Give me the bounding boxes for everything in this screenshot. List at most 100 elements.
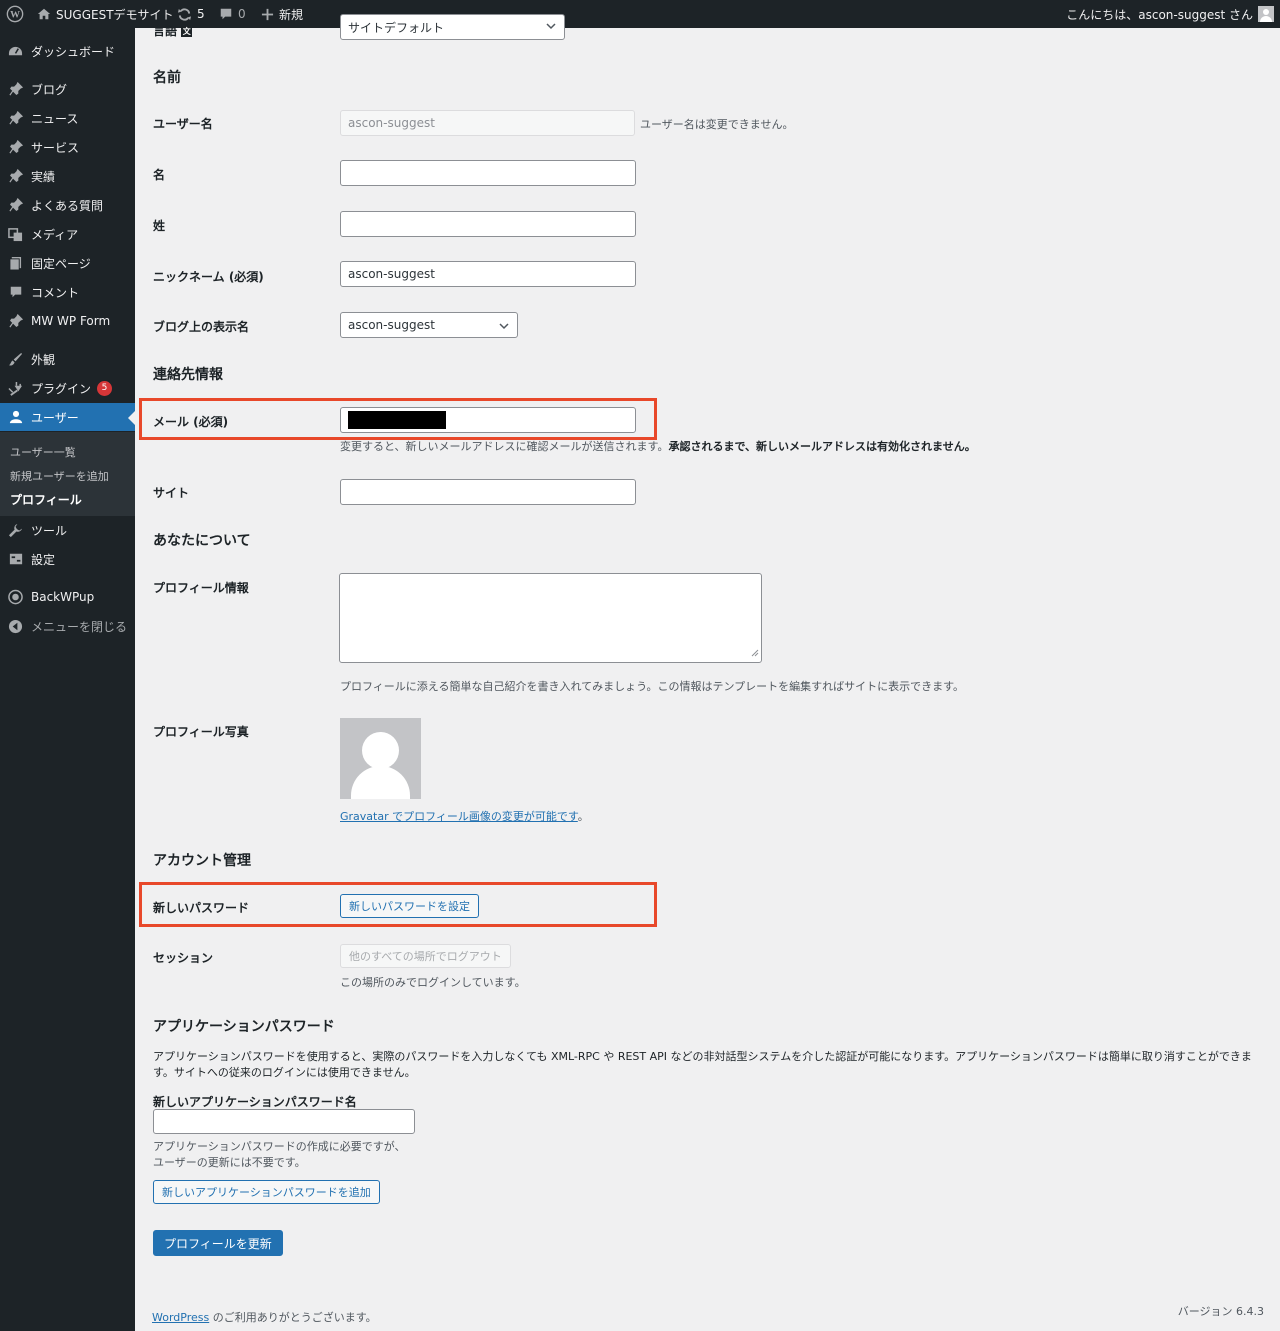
display-name-select[interactable]: ascon-suggest: [340, 312, 518, 338]
site-label: サイト: [153, 486, 190, 500]
menu-settings[interactable]: 設定: [0, 545, 135, 573]
menu-comments[interactable]: コメント: [0, 278, 135, 306]
my-account-link[interactable]: こんにちは、ascon-suggest さん: [1066, 0, 1274, 28]
page-icon: [8, 256, 23, 271]
bio-label: プロフィール情報: [153, 581, 249, 595]
menu-collapse[interactable]: メニューを閉じる: [0, 612, 135, 640]
plus-icon: [261, 8, 274, 21]
site-name: SUGGESTデモサイト: [56, 7, 174, 22]
menu-services[interactable]: サービス: [0, 133, 135, 161]
session-label: セッション: [153, 951, 214, 965]
menu-users[interactable]: ユーザー: [0, 403, 135, 431]
menu-label: 固定ページ: [31, 256, 91, 271]
new-label: 新規: [279, 7, 304, 22]
display-name-label: ブログ上の表示名: [153, 320, 250, 334]
greeting: こんにちは、ascon-suggest さん: [1066, 7, 1253, 22]
email-highlight-box: [139, 398, 657, 440]
app-password-description-line2: す。サイトへの従来のログインには使用できません。: [153, 1066, 416, 1079]
menu-label: コメント: [31, 285, 80, 300]
menu-label: 外観: [31, 352, 56, 367]
comment-icon: [219, 7, 233, 21]
media-icon: [8, 227, 23, 242]
menu-label: ツール: [31, 523, 68, 538]
menu-tools[interactable]: ツール: [0, 516, 135, 544]
first-name-label: 名: [153, 168, 166, 182]
nickname-label: ニックネーム (必須): [153, 270, 264, 284]
submenu-profile[interactable]: プロフィール: [10, 491, 82, 508]
comments-link[interactable]: 0: [219, 0, 246, 28]
nickname-input[interactable]: ascon-suggest: [340, 261, 636, 287]
home-icon: [37, 7, 51, 21]
dashboard-icon: [8, 44, 23, 59]
menu-blog[interactable]: ブログ: [0, 75, 135, 103]
pin-icon: [8, 198, 23, 213]
svg-text:W: W: [10, 10, 20, 21]
menu-label: よくある質問: [31, 198, 104, 213]
menu-label: メニューを閉じる: [31, 619, 128, 634]
menu-label: MW WP Form: [31, 314, 111, 328]
updates-icon: [177, 7, 192, 22]
plugin-icon: [8, 381, 23, 396]
avatar-icon: [1258, 6, 1274, 22]
current-arrow: [128, 411, 135, 425]
menu-mw-wp-form[interactable]: MW WP Form: [0, 307, 135, 335]
password-highlight-box: [139, 882, 657, 927]
settings-icon: [8, 552, 23, 567]
language-value: サイトデフォルト: [348, 20, 445, 35]
menu-dashboard[interactable]: ダッシュボード: [0, 37, 135, 65]
gravatar-note: Gravatar でプロフィール画像の変更が可能です。: [340, 810, 589, 823]
contact-heading: 連絡先情報: [153, 367, 223, 383]
menu-appearance[interactable]: 外観: [0, 345, 135, 373]
backwpup-icon: [8, 589, 23, 605]
gravatar-link[interactable]: Gravatar でプロフィール画像の変更が可能です: [340, 810, 578, 823]
menu-label: BackWPup: [31, 590, 95, 604]
menu-pages[interactable]: 固定ページ: [0, 249, 135, 277]
pin-icon: [8, 314, 23, 329]
first-name-input[interactable]: [340, 160, 636, 186]
menu-plugins[interactable]: プラグイン 5: [0, 374, 135, 402]
add-app-password-button[interactable]: 新しいアプリケーションパスワードを追加: [153, 1180, 380, 1204]
menu-label: プラグイン: [31, 381, 92, 396]
menu-label: メディア: [31, 227, 79, 242]
photo-label: プロフィール写真: [153, 725, 249, 739]
wordpress-link[interactable]: WordPress: [152, 1311, 209, 1324]
bio-textarea[interactable]: [339, 573, 762, 663]
menu-faq[interactable]: よくある質問: [0, 191, 135, 219]
profile-photo-avatar: [340, 718, 421, 799]
last-name-input[interactable]: [340, 211, 636, 237]
admin-sidebar: ダッシュボード ブログ ニュース サービス 実績 よくある質問 メディア 固定ペ…: [0, 28, 135, 1331]
app-password-name-input[interactable]: [153, 1109, 415, 1134]
pin-icon: [8, 111, 23, 126]
pin-icon: [8, 82, 23, 97]
update-profile-button[interactable]: プロフィールを更新: [153, 1230, 283, 1256]
submenu-add-user[interactable]: 新規ユーザーを追加: [10, 468, 109, 484]
language-select[interactable]: サイトデフォルト: [340, 14, 565, 40]
menu-news[interactable]: ニュース: [0, 104, 135, 132]
chevron-down-icon: [546, 20, 556, 34]
menu-backwpup[interactable]: BackWPup: [0, 583, 135, 611]
footer-thanks: WordPress のご利用ありがとうございます。: [152, 1311, 377, 1324]
profile-content: 言語 文 サイトデフォルト 名前 ユーザー名 ascon-suggest ユーザ…: [135, 14, 1280, 1331]
logout-everywhere-button[interactable]: 他のすべての場所でログアウト: [340, 944, 511, 968]
menu-label: ダッシュボード: [31, 44, 116, 59]
resize-handle-icon[interactable]: [751, 646, 759, 660]
comments-count: 0: [238, 7, 246, 21]
users-submenu: ユーザー一覧 新規ユーザーを追加 プロフィール: [0, 432, 135, 516]
brush-icon: [8, 352, 23, 367]
submenu-user-list[interactable]: ユーザー一覧: [10, 444, 76, 460]
email-note: 変更すると、新しいメールアドレスに確認メールが送信されます。承認されるまで、新し…: [340, 440, 976, 453]
menu-label: サービス: [31, 140, 80, 155]
site-input[interactable]: [340, 479, 636, 505]
footer-version: バージョン 6.4.3: [1177, 1305, 1264, 1318]
user-icon: [8, 410, 23, 425]
wrench-icon: [8, 523, 23, 538]
new-content-link[interactable]: 新規: [261, 0, 303, 28]
session-note: この場所のみでログインしています。: [340, 976, 526, 989]
menu-media[interactable]: メディア: [0, 220, 135, 248]
menu-label: ニュース: [31, 111, 79, 126]
wordpress-logo-icon[interactable]: W: [6, 0, 24, 28]
menu-label: ブログ: [31, 82, 68, 97]
plugin-update-badge: 5: [97, 380, 113, 396]
menu-works[interactable]: 実績: [0, 162, 135, 190]
menu-label: 設定: [31, 552, 56, 567]
